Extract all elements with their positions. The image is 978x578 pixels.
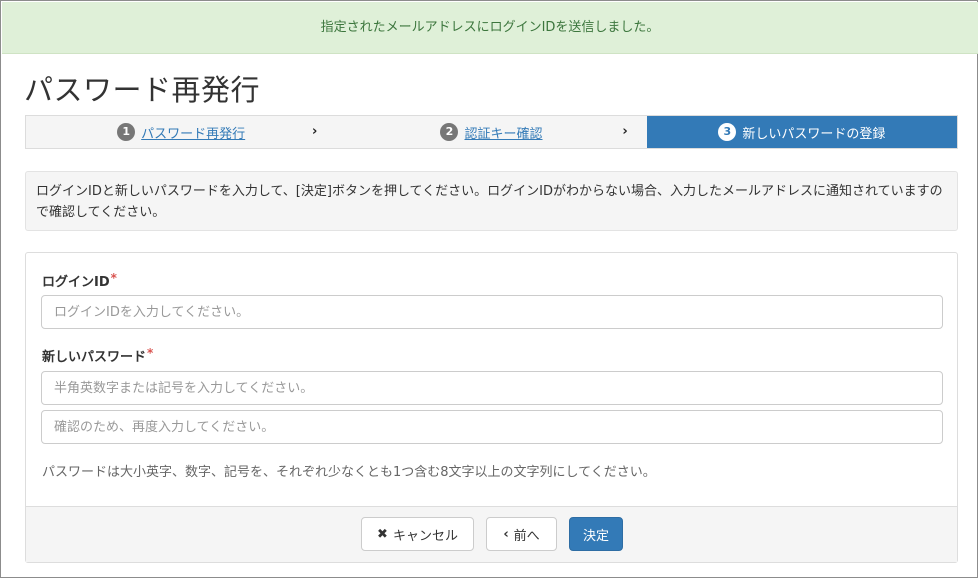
chevron-left-icon: ‹ xyxy=(503,526,509,542)
form-footer: ✖ キャンセル ‹ 前へ 決定 xyxy=(26,506,957,562)
previous-button[interactable]: ‹ 前へ xyxy=(486,517,557,551)
cancel-button-label: キャンセル xyxy=(392,528,458,544)
success-alert-message: 指定されたメールアドレスにログインIDを送信しました。 xyxy=(320,20,660,35)
confirm-password-input[interactable] xyxy=(41,410,943,444)
login-id-label-text: ログインID xyxy=(42,275,110,290)
chevron-right-icon: › xyxy=(622,124,628,139)
new-password-label: 新しいパスワード* xyxy=(42,346,153,365)
window-frame: 指定されたメールアドレスにログインIDを送信しました。 パスワード再発行 1 パ… xyxy=(0,0,978,578)
new-password-label-text: 新しいパスワード xyxy=(42,350,147,365)
step-2: 2 認証キー確認 › xyxy=(336,116,646,148)
submit-button-label: 決定 xyxy=(582,528,609,544)
cancel-button[interactable]: ✖ キャンセル xyxy=(361,517,474,551)
step-3-active: 3 新しいパスワードの登録 xyxy=(646,116,957,148)
instruction-text: ログインIDと新しいパスワードを入力して、[決定]ボタンを押してください。ログイ… xyxy=(36,184,943,220)
step-3-label: 新しいパスワードの登録 xyxy=(742,126,886,142)
step-progress-bar: 1 パスワード再発行 › 2 認証キー確認 › 3 新しいパスワードの登録 xyxy=(25,115,958,149)
close-icon: ✖ xyxy=(377,526,388,542)
instruction-box: ログインIDと新しいパスワードを入力して、[決定]ボタンを押してください。ログイ… xyxy=(25,171,958,231)
submit-button[interactable]: 決定 xyxy=(569,517,623,551)
required-mark: * xyxy=(147,346,154,360)
required-mark: * xyxy=(110,271,117,285)
step-2-number-badge: 2 xyxy=(440,123,459,141)
step-1-number-badge: 1 xyxy=(117,123,136,141)
chevron-right-icon: › xyxy=(312,124,318,139)
login-id-input[interactable] xyxy=(41,295,943,329)
previous-button-label: 前へ xyxy=(513,528,540,544)
step-2-link[interactable]: 認証キー確認 xyxy=(464,123,542,142)
form-panel: ログインID* 新しいパスワード* パスワードは大小英字、数字、記号を、それぞれ… xyxy=(25,252,958,563)
step-1: 1 パスワード再発行 › xyxy=(26,116,336,148)
step-3-number-badge: 3 xyxy=(718,123,737,141)
password-help-text: パスワードは大小英字、数字、記号を、それぞれ少なくとも1つ含む8文字以上の文字列… xyxy=(42,465,656,480)
login-id-label: ログインID* xyxy=(42,271,117,290)
page-title: パスワード再発行 xyxy=(24,73,261,107)
new-password-input[interactable] xyxy=(41,371,943,405)
step-1-link[interactable]: パスワード再発行 xyxy=(141,123,245,142)
success-alert: 指定されたメールアドレスにログインIDを送信しました。 xyxy=(2,2,978,54)
